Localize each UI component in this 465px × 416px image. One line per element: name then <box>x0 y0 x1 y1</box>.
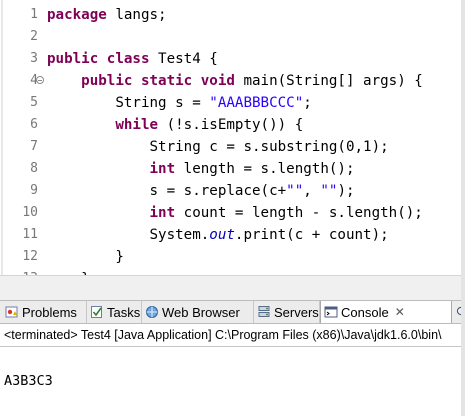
code-line[interactable]: 2 <box>0 26 465 48</box>
keyword-token: public <box>81 73 133 89</box>
code-text: package langs; <box>47 4 167 26</box>
view-separator <box>0 275 465 300</box>
tab-servers[interactable]: Servers <box>254 301 320 323</box>
code-token: count = length - s.length(); <box>175 205 423 221</box>
code-text: String s = "AAABBBCCC"; <box>47 92 312 114</box>
string-token: "AAABBBCCC" <box>209 95 304 111</box>
code-token: Test4 { <box>149 51 218 67</box>
web-browser-icon <box>145 305 159 319</box>
code-line[interactable]: 1 package langs; <box>0 4 465 26</box>
code-line[interactable]: 5 String s = "AAABBBCCC"; <box>0 92 465 114</box>
code-token: ; <box>303 95 312 111</box>
console-divider <box>0 346 465 347</box>
keyword-token: void <box>200 73 235 89</box>
keyword-token: package <box>47 7 107 23</box>
tab-label: Web Browser <box>162 304 240 320</box>
field-token: out <box>209 227 235 243</box>
tab-label: Problems <box>22 304 77 320</box>
code-line[interactable]: 9 s = s.replace(c+"", ""); <box>0 180 465 202</box>
line-number: 5 <box>30 95 38 110</box>
tab-label: Tasks <box>107 304 141 320</box>
code-token: } <box>47 249 124 265</box>
code-editor[interactable]: 1 package langs; 2 3 public class Test4 {4 p… <box>0 0 465 275</box>
line-number: 9 <box>30 183 38 198</box>
tab-label: Console <box>341 304 389 320</box>
line-number: 3 <box>30 51 38 66</box>
line-number: 13 <box>18 268 38 275</box>
tasks-icon <box>90 305 104 319</box>
view-tab-bar: ProblemsTasksWeb BrowserServersConsole✕S <box>0 300 465 324</box>
keyword-token: public <box>47 51 99 67</box>
code-token: (!s.isEmpty()) { <box>158 117 304 133</box>
code-text: while (!s.isEmpty()) { <box>47 114 303 136</box>
code-text: System.out.print(c + count); <box>47 224 389 246</box>
code-text: public class Test4 { <box>47 48 218 70</box>
keyword-token: static <box>140 73 193 89</box>
close-tab-icon[interactable]: ✕ <box>395 305 405 319</box>
console-output: A3B3C3 <box>4 373 53 389</box>
tab-problems[interactable]: Problems <box>2 301 87 323</box>
code-line[interactable]: 8 int length = s.length(); <box>0 158 465 180</box>
console-process-label: <terminated> Test4 [Java Application] C:… <box>4 328 442 342</box>
string-token: "" <box>286 183 304 199</box>
tab-console[interactable]: Console ✕ <box>320 301 452 323</box>
tab-tasks[interactable]: Tasks <box>87 301 142 323</box>
servers-icon <box>257 305 271 319</box>
code-token: length = s.length(); <box>175 161 355 177</box>
code-token: System. <box>47 227 210 243</box>
keyword-token: int <box>149 161 176 177</box>
code-line[interactable]: 12 } <box>0 246 465 268</box>
code-line[interactable]: 6 while (!s.isEmpty()) { <box>0 114 465 136</box>
code-line[interactable]: 4 public static void main(String[] args)… <box>0 70 465 92</box>
code-token: langs; <box>106 7 167 23</box>
tab-label: Servers <box>274 304 319 320</box>
fold-collapse-icon[interactable] <box>36 76 44 84</box>
code-text: s = s.replace(c+"", ""); <box>47 180 355 202</box>
line-number: 8 <box>30 161 38 176</box>
line-number: 7 <box>30 139 38 154</box>
code-token: String c = s.substring(0,1); <box>47 139 389 155</box>
line-number: 11 <box>22 227 38 242</box>
line-number: 10 <box>22 205 38 220</box>
code-token: String s = <box>47 95 210 111</box>
keyword-token: class <box>106 51 150 67</box>
code-text: String c = s.substring(0,1); <box>47 136 389 158</box>
code-line[interactable]: 11 System.out.print(c + count); <box>0 224 465 246</box>
code-token: s = s.replace(c+ <box>47 183 287 199</box>
line-number: 4 <box>30 73 38 88</box>
keyword-token: int <box>149 205 176 221</box>
line-number: 6 <box>30 117 38 132</box>
keyword-token: while <box>115 117 159 133</box>
code-line[interactable]: 10 int count = length - s.length(); <box>0 202 465 224</box>
window-edge <box>461 0 465 416</box>
code-token: , <box>303 183 321 199</box>
code-token: ); <box>337 183 355 199</box>
code-token: .print(c + count); <box>234 227 389 243</box>
code-line[interactable]: 13 } <box>0 268 465 275</box>
code-text: } <box>47 246 124 268</box>
code-text: public static void main(String[] args) { <box>47 70 423 92</box>
line-number: 12 <box>22 249 38 264</box>
line-number: 1 <box>30 7 38 22</box>
code-text: int count = length - s.length(); <box>47 202 423 224</box>
line-number: 2 <box>30 29 38 44</box>
string-token: "" <box>320 183 338 199</box>
code-line[interactable]: 7 String c = s.substring(0,1); <box>0 136 465 158</box>
problems-icon <box>5 305 19 319</box>
code-token: main(String[] args) { <box>234 73 423 89</box>
console-view[interactable]: <terminated> Test4 [Java Application] C:… <box>0 324 465 416</box>
code-line[interactable]: 3 public class Test4 { <box>0 48 465 70</box>
console-icon <box>324 305 338 319</box>
tab-web-browser[interactable]: Web Browser <box>142 301 254 323</box>
code-text: int length = s.length(); <box>47 158 355 180</box>
code-text: } <box>47 268 90 275</box>
